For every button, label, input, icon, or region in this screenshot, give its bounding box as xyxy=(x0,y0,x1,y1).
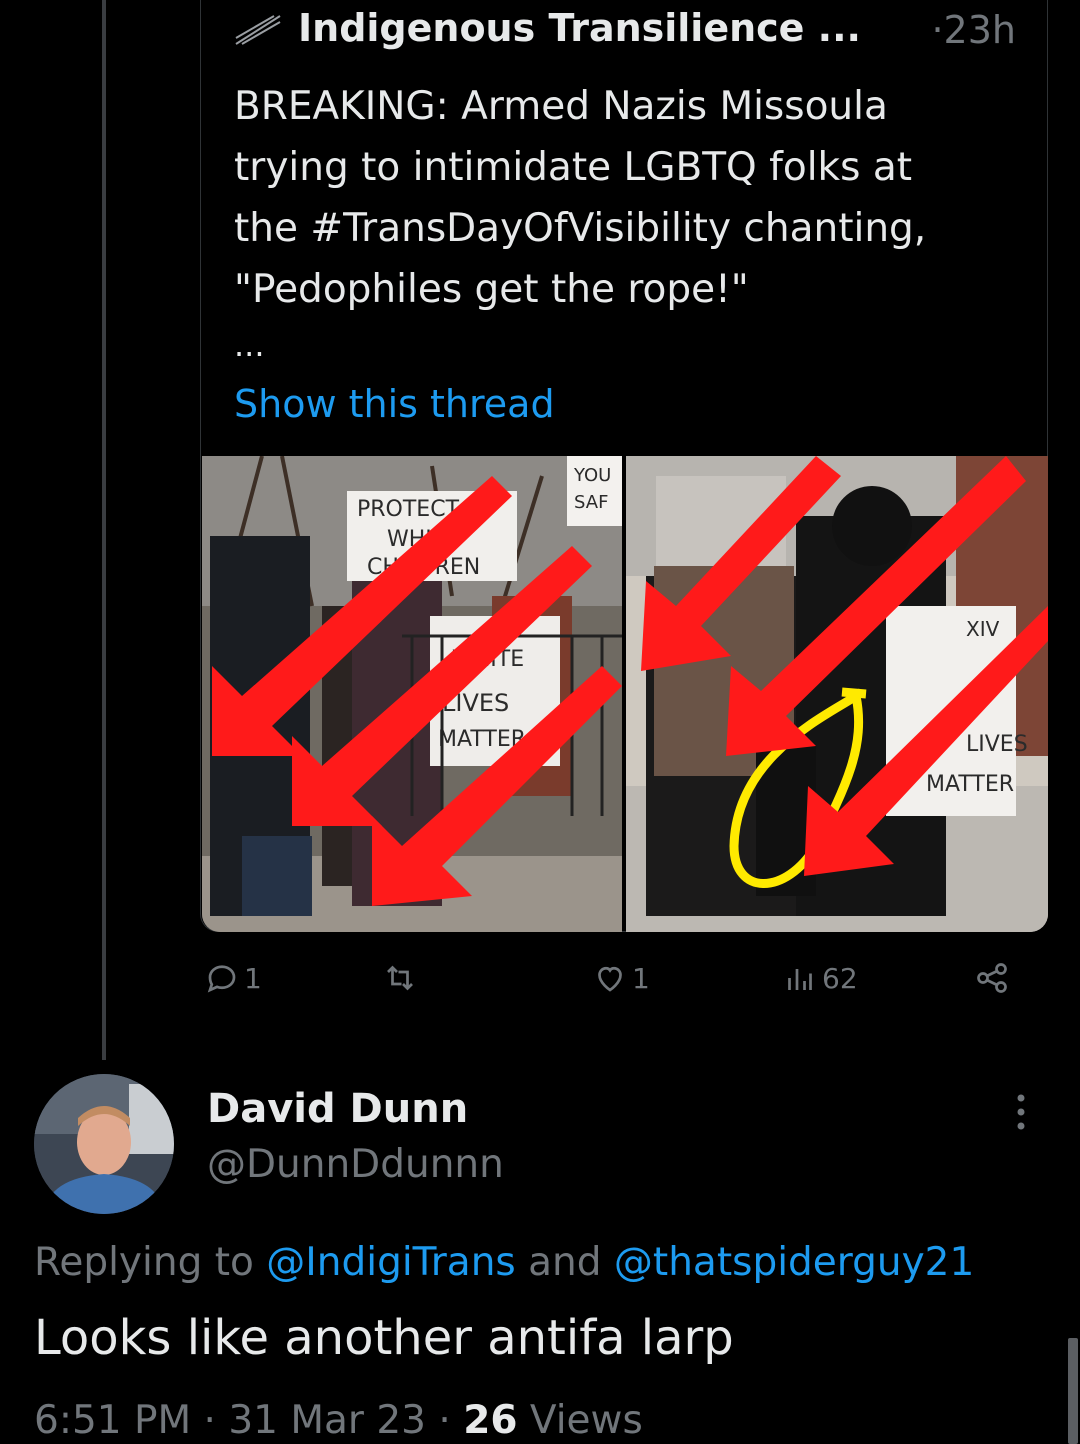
retweet-button[interactable] xyxy=(382,960,422,996)
tweet-time[interactable]: 6:51 PM xyxy=(34,1398,191,1443)
views-button[interactable]: 62 xyxy=(782,960,858,996)
share-icon xyxy=(977,963,1007,993)
mention-indigitrans[interactable]: @IndigiTrans xyxy=(266,1240,515,1285)
quoted-tweet-actions: 1 1 62 xyxy=(200,960,1030,1020)
mention-thatspiderguy21[interactable]: @thatspiderguy21 xyxy=(614,1240,974,1285)
meta-separator-1: · xyxy=(191,1398,229,1443)
heart-icon xyxy=(598,966,622,992)
quoted-author-avatar[interactable] xyxy=(234,14,282,46)
reply-author-handle[interactable]: @DunnDdunnn xyxy=(207,1142,504,1187)
show-thread-link[interactable]: Show this thread xyxy=(234,382,555,426)
reply-tweet-text: Looks like another antifa larp xyxy=(34,1310,734,1366)
like-count: 1 xyxy=(632,961,650,995)
sign-right-line-1: XIV xyxy=(966,617,1000,641)
sign-right-line-2: LIVES xyxy=(966,732,1028,757)
share-button[interactable] xyxy=(974,960,1010,996)
views-count: 62 xyxy=(822,961,858,995)
meta-separator-2: · xyxy=(426,1398,464,1443)
replying-to-and: and xyxy=(515,1240,614,1285)
like-button[interactable]: 1 xyxy=(592,960,650,996)
more-options-icon[interactable] xyxy=(1004,1090,1038,1134)
scrollbar-thumb[interactable] xyxy=(1068,1338,1078,1444)
reply-button[interactable]: 1 xyxy=(204,960,262,996)
reply-icon xyxy=(207,965,236,993)
reply-count: 1 xyxy=(244,961,262,995)
quoted-tweet-ellipsis: ... xyxy=(234,326,265,364)
photo-left[interactable]: PROTECT WHITE CHILDREN WHITE LIVES MATTE… xyxy=(202,456,622,932)
replying-to-prefix: Replying to xyxy=(34,1240,267,1285)
quoted-author-name[interactable]: Indigenous Transilience ... xyxy=(298,6,861,50)
thread-connector-line xyxy=(102,0,106,1060)
reply-author-avatar[interactable] xyxy=(34,1074,174,1214)
quoted-tweet-header: Indigenous Transilience ... ·23h xyxy=(234,6,1024,56)
replying-to-line: Replying to @IndigiTrans and @thatspider… xyxy=(34,1240,974,1285)
quoted-tweet-text: BREAKING: Armed Nazis Missoula trying to… xyxy=(234,84,927,312)
photo-right[interactable]: XIV LIVES MATTER xyxy=(626,456,1048,932)
tweet-views-count: 26 xyxy=(463,1398,518,1443)
quoted-tweet-media[interactable]: PROTECT WHITE CHILDREN WHITE LIVES MATTE… xyxy=(202,456,1048,932)
quoted-tweet-time: ·23h xyxy=(931,8,1016,52)
sign-left-3-line-2: SAF xyxy=(574,492,608,513)
reply-author-name[interactable]: David Dunn xyxy=(207,1086,468,1132)
views-icon xyxy=(788,969,812,990)
retweet-icon xyxy=(387,965,413,991)
sign-right-line-3: MATTER xyxy=(926,772,1014,797)
sign-left-3-line-1: YOU xyxy=(573,465,611,486)
tweet-views-label: Views xyxy=(529,1398,643,1443)
reply-tweet-meta: 6:51 PM · 31 Mar 23 · 26 Views xyxy=(34,1398,643,1443)
tweet-date[interactable]: 31 Mar 23 xyxy=(228,1398,426,1443)
